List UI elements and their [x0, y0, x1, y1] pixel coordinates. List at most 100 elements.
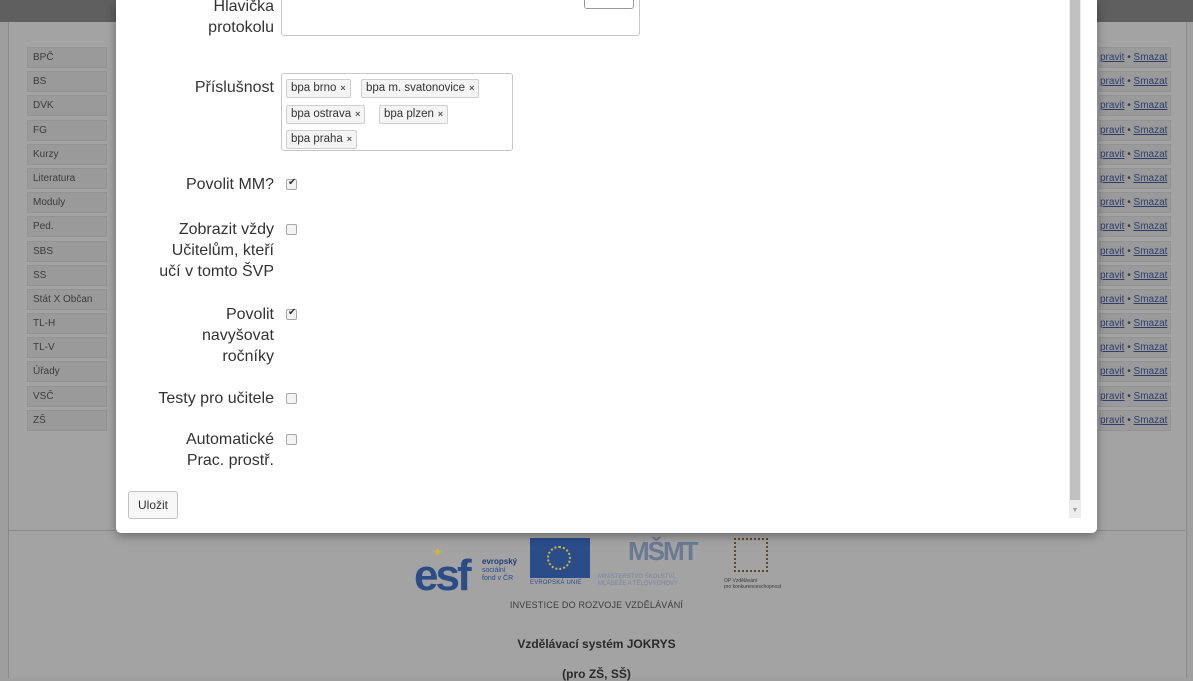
esf-text: evropský sociální fond v ČR	[482, 558, 517, 583]
header-field-label: Hlavička protokolu	[116, 0, 274, 38]
delete-link[interactable]: Smazat	[1134, 173, 1168, 184]
edit-link[interactable]: pravit	[1100, 270, 1124, 281]
row-name[interactable]: Moduly	[27, 192, 107, 214]
always-show-teachers-checkbox[interactable]	[286, 224, 297, 235]
row-name[interactable]: DVK	[27, 95, 107, 117]
row-name[interactable]: Ped.	[27, 216, 107, 238]
row-name[interactable]: ZŠ	[27, 409, 107, 431]
tag-label: bpa brno	[291, 82, 337, 94]
allow-raise-grades-checkbox[interactable]: ✔	[286, 307, 297, 320]
row-actions: pravit • Smazat	[1099, 240, 1171, 262]
label-line: učí v tomto ŠVP	[159, 263, 274, 280]
system-name: Vzdělávací systém JOKRYS	[517, 637, 676, 651]
delete-link[interactable]: Smazat	[1134, 415, 1168, 426]
delete-link[interactable]: Smazat	[1134, 100, 1168, 111]
label-line: Testy pro učitele	[158, 390, 274, 407]
row-name[interactable]: SBS	[27, 240, 107, 262]
delete-link[interactable]: Smazat	[1134, 76, 1168, 87]
row-actions: pravit • Smazat	[1099, 95, 1171, 117]
edit-link[interactable]: pravit	[1100, 391, 1124, 402]
row-name[interactable]: BS	[27, 71, 107, 93]
row-name[interactable]: Stát X Občan	[27, 288, 107, 310]
edit-link[interactable]: pravit	[1100, 294, 1124, 305]
delete-link[interactable]: Smazat	[1134, 366, 1168, 377]
row-actions: pravit • Smazat	[1099, 47, 1171, 68]
row-actions: pravit • Smazat	[1099, 71, 1171, 93]
row-name[interactable]: SS	[27, 264, 107, 286]
op-mark-icon	[734, 538, 768, 572]
delete-link[interactable]: Smazat	[1134, 246, 1168, 257]
edit-link[interactable]: pravit	[1100, 366, 1124, 377]
row-name[interactable]: Kurzy	[27, 143, 107, 165]
row-actions: pravit • Smazat	[1099, 409, 1171, 431]
esf-letters: esf	[414, 551, 472, 600]
tag-remove-icon[interactable]: ×	[340, 83, 345, 93]
delete-link[interactable]: Smazat	[1134, 318, 1168, 329]
modal-scrollbar[interactable]: ▼	[1069, 0, 1081, 518]
tag-remove-icon[interactable]: ×	[469, 83, 474, 93]
row-name[interactable]: TL-H	[27, 313, 107, 335]
row-actions: pravit • Smazat	[1099, 143, 1171, 165]
allow-mm-checkbox[interactable]: ✔	[286, 177, 297, 190]
delete-link[interactable]: Smazat	[1134, 125, 1168, 136]
membership-tag-input[interactable]: bpa brno × bpa m. svatonovice × bpa ostrava ×…	[281, 73, 513, 151]
save-button[interactable]: Uložit	[128, 491, 178, 519]
allow-raise-grades-label: Povolit navyšovat ročníky	[116, 304, 274, 367]
delete-link[interactable]: Smazat	[1134, 221, 1168, 232]
separator: •	[1127, 100, 1131, 112]
delete-link[interactable]: Smazat	[1134, 149, 1168, 160]
delete-link[interactable]: Smazat	[1134, 342, 1168, 353]
row-name[interactable]: FG	[27, 119, 107, 141]
membership-tag[interactable]: bpa ostrava ×	[286, 105, 366, 124]
row-name[interactable]: TL-V	[27, 337, 107, 359]
checkmark-icon: ✔	[288, 177, 297, 188]
delete-link[interactable]: Smazat	[1134, 270, 1168, 281]
edit-link[interactable]: pravit	[1100, 342, 1124, 353]
row-name[interactable]: Literatura	[27, 167, 107, 189]
label-line: Povolit	[225, 306, 274, 323]
eu-label: EVROPSKÁ UNIE	[530, 580, 582, 586]
msmt-text-line: MLÁDEŽE A TĚLOVÝCHOVY	[598, 581, 678, 587]
tag-label: bpa praha	[291, 133, 343, 145]
delete-link[interactable]: Smazat	[1134, 391, 1168, 402]
separator: •	[1127, 172, 1131, 184]
row-name[interactable]: VSČ	[27, 385, 107, 407]
row-name[interactable]: Úřady	[27, 361, 107, 383]
label-line: Hlavička	[213, 0, 274, 15]
edit-link[interactable]: pravit	[1100, 100, 1124, 111]
tag-remove-icon[interactable]: ×	[347, 134, 352, 144]
edit-link[interactable]: pravit	[1100, 318, 1124, 329]
scroll-down-arrow-icon[interactable]: ▼	[1069, 504, 1081, 518]
edit-link[interactable]: pravit	[1100, 149, 1124, 160]
tag-remove-icon[interactable]: ×	[438, 109, 443, 119]
row-name[interactable]: BPČ	[27, 47, 107, 68]
edit-link[interactable]: pravit	[1100, 221, 1124, 232]
checkmark-icon: ✔	[288, 307, 297, 318]
teacher-tests-checkbox[interactable]	[286, 393, 297, 404]
separator: •	[1127, 245, 1131, 257]
delete-link[interactable]: Smazat	[1134, 197, 1168, 208]
edit-link[interactable]: pravit	[1100, 76, 1124, 87]
auto-work-tools-checkbox[interactable]	[286, 434, 297, 445]
edit-link[interactable]: pravit	[1100, 246, 1124, 257]
tag-remove-icon[interactable]: ×	[355, 109, 360, 119]
edit-link[interactable]: pravit	[1100, 197, 1124, 208]
header-input-resize-handle[interactable]	[584, 0, 634, 9]
membership-tag[interactable]: bpa m. svatonovice ×	[361, 79, 480, 98]
edit-link[interactable]: pravit	[1100, 173, 1124, 184]
separator: •	[1127, 221, 1131, 233]
edit-link[interactable]: pravit	[1100, 415, 1124, 426]
delete-link[interactable]: Smazat	[1134, 52, 1168, 63]
edit-link[interactable]: pravit	[1100, 125, 1124, 136]
label-line: navyšovat	[201, 327, 274, 344]
edit-link[interactable]: pravit	[1100, 52, 1124, 63]
scrollbar-thumb[interactable]	[1070, 0, 1080, 500]
esf-text-line: fond v ČR	[482, 575, 514, 582]
membership-tag[interactable]: bpa brno ×	[286, 79, 351, 98]
header-protocol-input[interactable]	[281, 0, 640, 36]
membership-tag[interactable]: bpa praha ×	[286, 130, 358, 149]
always-show-teachers-label: Zobrazit vždy Učitelům, kteří učí v tomto …	[116, 219, 274, 282]
esf-text-line: sociální	[482, 567, 506, 574]
delete-link[interactable]: Smazat	[1134, 294, 1168, 305]
membership-tag[interactable]: bpa plzen ×	[379, 105, 449, 124]
